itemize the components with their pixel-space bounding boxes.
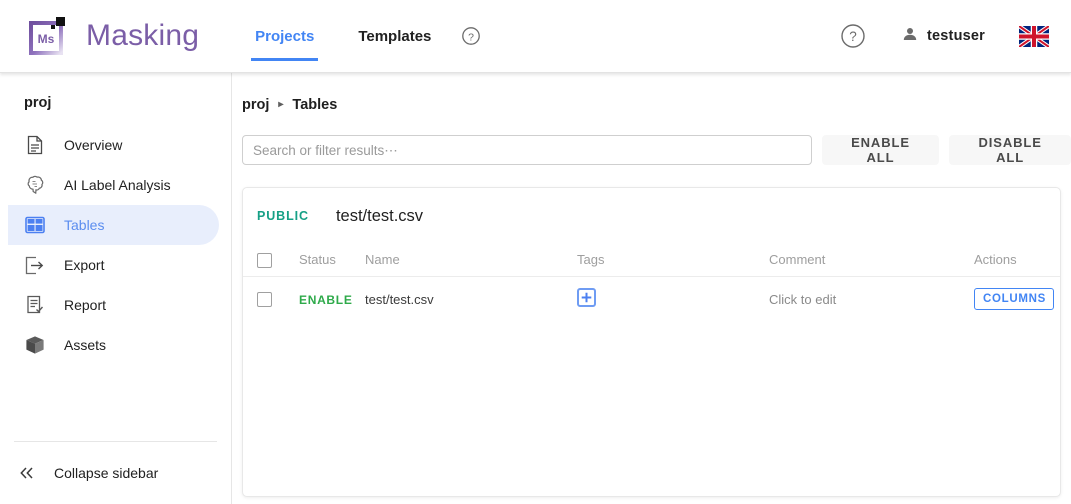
table-header-row: Status Name Tags Comment Actions bbox=[243, 244, 1060, 277]
column-header-actions: Actions bbox=[974, 244, 1060, 277]
double-chevron-left-icon bbox=[16, 462, 38, 484]
column-header-name: Name bbox=[365, 244, 577, 277]
svg-text:?: ? bbox=[849, 29, 857, 44]
select-all-checkbox[interactable] bbox=[257, 252, 272, 268]
row-status-cell: ENABLE bbox=[299, 276, 365, 322]
status-badge: PUBLIC bbox=[257, 209, 309, 223]
table-header: Status Name Tags Comment Actions bbox=[243, 244, 1060, 277]
search-input[interactable] bbox=[242, 135, 812, 165]
user-menu[interactable]: testuser bbox=[902, 26, 985, 47]
table-grid-icon bbox=[24, 214, 46, 236]
card-header: PUBLIC test/test.csv bbox=[243, 188, 1060, 244]
disable-all-button[interactable]: DISABLE ALL bbox=[949, 135, 1071, 165]
main-content: proj ▸ Tables ENABLE ALL DISABLE ALL PUB… bbox=[232, 73, 1071, 504]
nav-tab-projects[interactable]: Projects bbox=[251, 0, 319, 73]
help-circle-icon[interactable]: ? bbox=[840, 23, 866, 49]
header-right: ? testuser bbox=[840, 23, 1049, 49]
report-check-icon bbox=[24, 294, 46, 316]
card-title: test/test.csv bbox=[335, 206, 424, 225]
nav-help-icon[interactable]: ? bbox=[461, 26, 481, 46]
column-header-comment: Comment bbox=[769, 244, 974, 277]
svg-text:?: ? bbox=[468, 31, 474, 43]
toolbar: ENABLE ALL DISABLE ALL bbox=[242, 135, 1071, 165]
collapse-sidebar-button[interactable]: Collapse sidebar bbox=[0, 442, 232, 504]
sidebar-item-ai-label-analysis[interactable]: AI Label Analysis bbox=[8, 165, 219, 205]
sidebar-item-overview-label: Overview bbox=[64, 137, 123, 153]
row-checkbox[interactable] bbox=[257, 292, 272, 308]
column-header-tags: Tags bbox=[577, 244, 769, 277]
person-icon bbox=[902, 26, 918, 47]
add-tag-plus-icon[interactable] bbox=[577, 288, 596, 308]
nav-tab-templates-label: Templates bbox=[358, 27, 432, 45]
select-all-header bbox=[243, 244, 299, 277]
box-icon bbox=[24, 334, 46, 356]
column-header-status: Status bbox=[299, 244, 365, 277]
sidebar-item-assets-label: Assets bbox=[64, 337, 107, 353]
sidebar-item-tables-label: Tables bbox=[64, 217, 105, 233]
user-name: testuser bbox=[926, 28, 985, 44]
sidebar-item-overview[interactable]: Overview bbox=[8, 125, 219, 165]
row-comment-cell: Click to edit bbox=[769, 276, 974, 322]
project-name: proj bbox=[24, 95, 52, 111]
sidebar-item-export[interactable]: Export bbox=[8, 245, 219, 285]
row-tags-cell bbox=[577, 276, 769, 322]
breadcrumb-root[interactable]: proj bbox=[242, 97, 269, 113]
enable-all-button[interactable]: ENABLE ALL bbox=[821, 135, 940, 165]
nav-tab-templates[interactable]: Templates bbox=[354, 0, 435, 73]
sidebar-item-report[interactable]: Report bbox=[8, 285, 219, 325]
collapse-sidebar-label: Collapse sidebar bbox=[54, 465, 159, 481]
nav-tab-projects-label: Projects bbox=[255, 27, 315, 45]
table-row[interactable]: ENABLE test/test.csv Click to edit COLUM… bbox=[243, 276, 1060, 322]
row-status-label[interactable]: ENABLE bbox=[299, 293, 353, 307]
export-arrow-icon bbox=[24, 254, 46, 276]
app-root: Ms Masking Projects Templates ? ? testus… bbox=[0, 0, 1071, 504]
brand[interactable]: Ms Masking bbox=[26, 13, 199, 59]
sidebar-item-report-label: Report bbox=[64, 297, 107, 313]
row-comment-edit[interactable]: Click to edit bbox=[769, 292, 836, 307]
sidebar-item-export-label: Export bbox=[64, 257, 105, 273]
breadcrumb: proj ▸ Tables bbox=[242, 97, 1071, 113]
uk-flag-icon[interactable] bbox=[1019, 25, 1049, 47]
row-actions-cell: COLUMNS bbox=[974, 276, 1060, 322]
row-select-cell bbox=[243, 276, 299, 322]
svg-text:Ms: Ms bbox=[38, 32, 55, 46]
top-header: Ms Masking Projects Templates ? ? testus… bbox=[0, 0, 1071, 73]
breadcrumb-current: Tables bbox=[292, 97, 338, 113]
sidebar-item-assets[interactable]: Assets bbox=[8, 325, 219, 365]
row-name: test/test.csv bbox=[365, 291, 434, 307]
sidebar-item-tables[interactable]: Tables bbox=[8, 205, 219, 245]
sidebar-item-ai-label-analysis-label: AI Label Analysis bbox=[64, 177, 171, 193]
columns-button[interactable]: COLUMNS bbox=[974, 288, 1055, 311]
tables-table: Status Name Tags Comment Actions ENABLE bbox=[243, 244, 1060, 322]
document-icon bbox=[24, 134, 46, 156]
brand-name: Masking bbox=[86, 19, 200, 52]
main-nav: Projects Templates ? bbox=[251, 0, 481, 73]
breadcrumb-separator-icon: ▸ bbox=[278, 99, 284, 110]
sidebar-nav: Overview AI Label Analysis Tables Export… bbox=[0, 125, 231, 365]
brain-icon bbox=[24, 174, 46, 196]
tables-card: PUBLIC test/test.csv Status Name Tags Co… bbox=[242, 187, 1061, 497]
sidebar: proj Overview AI Label Analysis Tables E… bbox=[0, 73, 232, 504]
masking-logo-icon: Ms bbox=[26, 13, 74, 59]
table-body: ENABLE test/test.csv Click to edit COLUM… bbox=[243, 276, 1060, 322]
